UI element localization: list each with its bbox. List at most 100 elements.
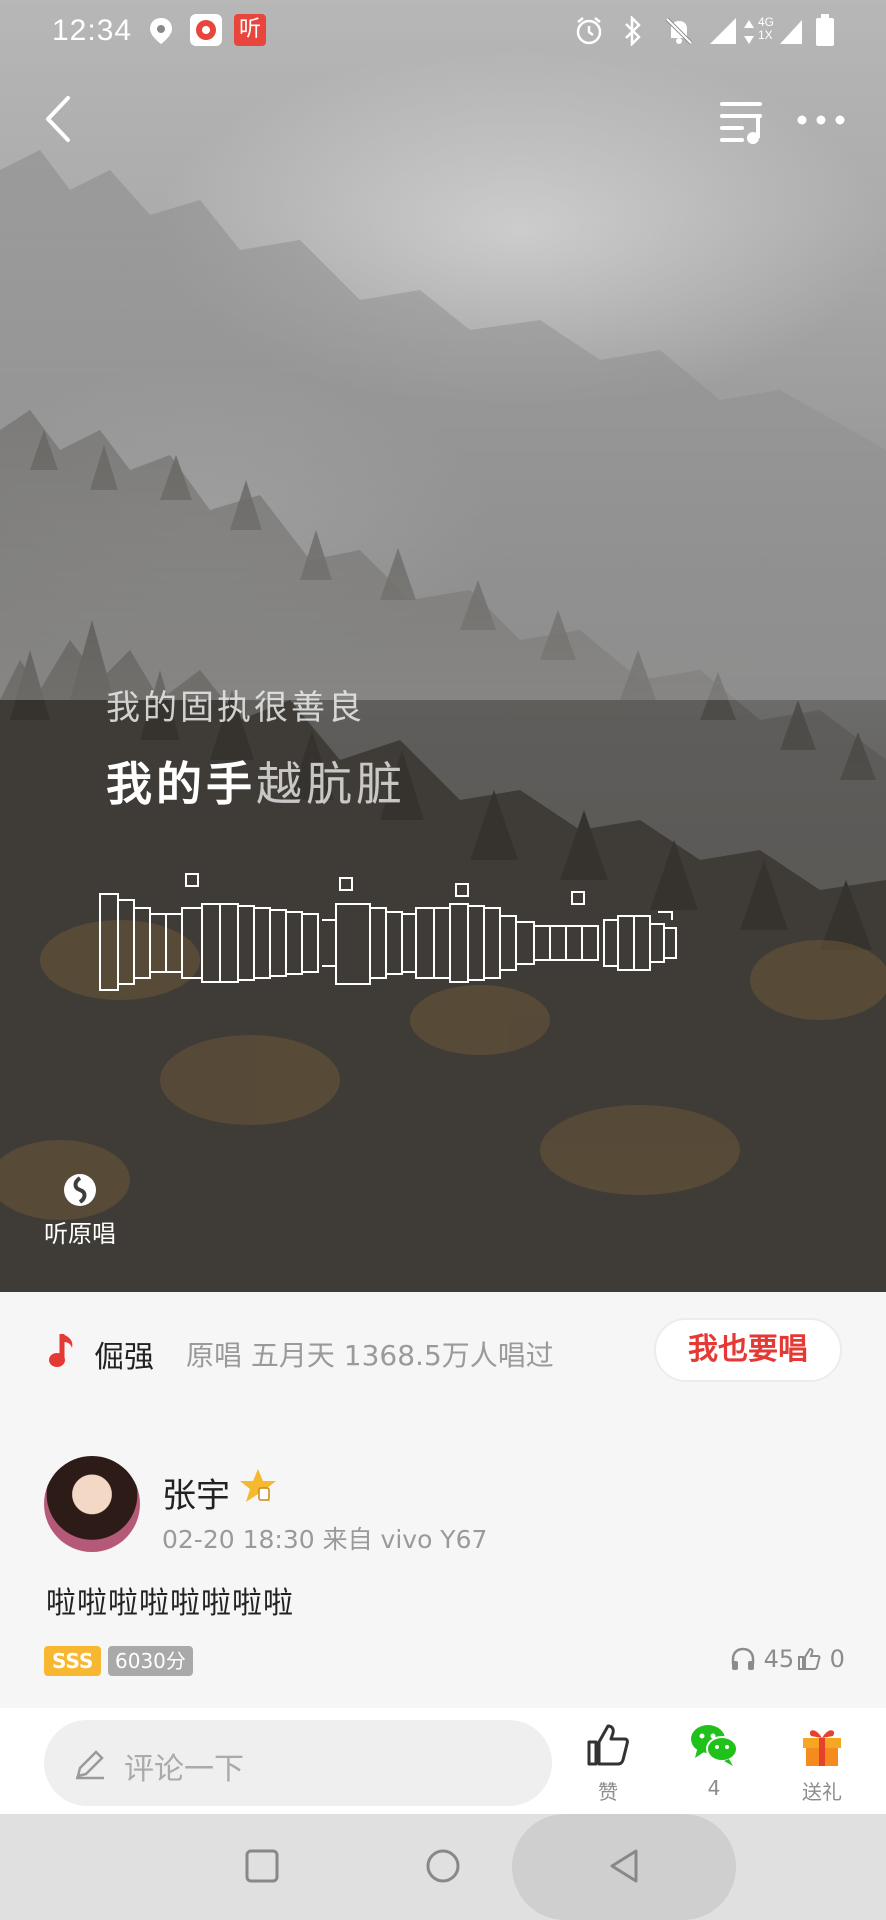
comment-placeholder: 评论一下 xyxy=(124,1752,244,1787)
headphones-icon xyxy=(731,1647,755,1670)
pitch-bar xyxy=(219,903,239,983)
pitch-bar xyxy=(483,907,501,979)
lyric-line-previous: 我的固执很善良 xyxy=(106,688,365,728)
home-icon[interactable] xyxy=(424,1846,462,1886)
battery-icon xyxy=(816,14,834,46)
pitch-bar xyxy=(201,903,221,983)
pencil-icon xyxy=(76,1750,104,1780)
gift-icon xyxy=(803,1730,841,1766)
music-note-icon xyxy=(49,1334,73,1367)
location-icon xyxy=(150,18,172,44)
data-arrows-icon xyxy=(744,20,754,44)
pitch-bar xyxy=(467,905,485,981)
pitch-bar xyxy=(549,925,567,961)
like-label: 赞 xyxy=(598,1780,618,1804)
pitch-bar xyxy=(133,907,151,979)
pitch-bar xyxy=(565,925,583,961)
back-chevron-icon[interactable] xyxy=(38,92,82,146)
more-dots-icon[interactable] xyxy=(794,100,848,140)
grade-badge: SSS xyxy=(44,1646,102,1676)
user-post: 张宇 02-20 18:30 来自 vivo Y67 啦啦啦啦啦啦啦啦 SSS … xyxy=(0,1412,886,1708)
sing-too-button[interactable]: 我也要唱 xyxy=(654,1318,842,1382)
pitch-bar xyxy=(335,903,371,985)
system-nav-bar xyxy=(0,1814,886,1920)
pitch-bar xyxy=(99,893,119,991)
avatar[interactable] xyxy=(44,1456,140,1552)
pitch-bar xyxy=(401,913,417,973)
pitch-bar xyxy=(581,925,599,961)
pitch-bar xyxy=(649,923,665,963)
pitch-bar xyxy=(117,899,135,985)
back-triangle-icon[interactable] xyxy=(606,1846,642,1886)
misty-forest-image xyxy=(0,0,886,1292)
share-count: 4 xyxy=(707,1776,721,1800)
pitch-visualizer xyxy=(99,873,677,991)
thumbs-up-icon xyxy=(587,1724,629,1766)
gift-label: 送礼 xyxy=(802,1780,842,1804)
pitch-bar xyxy=(253,907,271,979)
song-cover-hero: 12:34 听 4G 1X 我的固执很善良 我的手越肮脏 听原唱 xyxy=(0,0,886,1292)
pitch-bar xyxy=(415,907,435,979)
lyric-line-current: 我的手越肮脏 xyxy=(106,748,406,814)
pitch-connector xyxy=(322,911,673,967)
wechat-icon xyxy=(691,1725,738,1766)
listen-count: 45 xyxy=(730,1644,794,1673)
pitch-bar xyxy=(285,911,303,975)
pitch-bar xyxy=(237,905,255,981)
alarm-icon xyxy=(576,17,602,45)
user-name[interactable]: 张宇 xyxy=(162,1468,230,1517)
pitch-bar xyxy=(663,927,677,959)
app-music-icon xyxy=(190,14,222,46)
listen-original-button[interactable]: 听原唱 xyxy=(40,1172,120,1249)
song-meta: 原唱 五月天 1368.5万人唱过 xyxy=(186,1339,554,1372)
app-listen-icon: 听 xyxy=(234,14,266,46)
post-text: 啦啦啦啦啦啦啦啦 xyxy=(46,1586,294,1621)
pitch-bar xyxy=(633,915,651,971)
bottom-action-bar: 评论一下 赞 4 送礼 xyxy=(0,1708,886,1814)
pitch-bar xyxy=(385,911,403,975)
song-info-row: 倔强 原唱 五月天 1368.5万人唱过 我也要唱 xyxy=(0,1292,886,1412)
status-bar: 12:34 听 4G 1X xyxy=(0,0,886,64)
pitch-bar xyxy=(499,915,517,971)
send-gift-button[interactable]: 送礼 xyxy=(782,1722,862,1805)
thumbs-up-icon xyxy=(798,1647,821,1670)
app-root: 12:34 听 4G 1X 我的固执很善良 我的手越肮脏 听原唱 倔强 原唱 五… xyxy=(0,0,886,1920)
pitch-bar xyxy=(149,913,167,973)
bluetooth-icon xyxy=(625,16,641,46)
lyric-sung-part: 我的手 xyxy=(106,757,256,811)
pitch-marker xyxy=(339,877,353,891)
pitch-bar xyxy=(617,915,635,971)
pitch-bar xyxy=(181,907,203,979)
pitch-bar xyxy=(515,921,535,965)
listen-count-value: 45 xyxy=(763,1645,795,1673)
wechat-share-button[interactable]: 4 xyxy=(674,1722,754,1800)
pitch-bar xyxy=(433,907,451,979)
signal-icon xyxy=(710,18,736,44)
signal-secondary-icon xyxy=(780,20,802,44)
like-count-value: 0 xyxy=(829,1645,845,1673)
pitch-bar xyxy=(603,919,619,967)
lyric-unsung-part: 越肮脏 xyxy=(256,757,406,811)
post-timestamp: 02-20 18:30 来自 vivo Y67 xyxy=(162,1525,488,1554)
recent-apps-icon[interactable] xyxy=(244,1846,280,1886)
pitch-bar xyxy=(533,925,551,961)
mute-bell-icon xyxy=(665,17,693,45)
pitch-marker xyxy=(455,883,469,897)
disc-icon xyxy=(64,1174,96,1206)
network-type: 4G 1X xyxy=(758,15,775,42)
score-badge: 6030分 xyxy=(108,1646,193,1676)
status-time: 12:34 xyxy=(52,14,133,47)
pitch-bar xyxy=(269,909,287,977)
playlist-music-icon[interactable] xyxy=(720,98,770,144)
comment-input[interactable]: 评论一下 xyxy=(44,1720,552,1806)
like-button[interactable]: 赞 xyxy=(568,1722,648,1805)
pitch-bar xyxy=(301,913,319,973)
like-count[interactable]: 0 xyxy=(796,1644,845,1673)
pitch-bar xyxy=(369,907,387,979)
pitch-marker xyxy=(571,891,585,905)
pitch-marker xyxy=(185,873,199,887)
song-title[interactable]: 倔强 xyxy=(94,1332,154,1376)
pitch-bar xyxy=(165,913,183,973)
vip-star-icon[interactable] xyxy=(238,1466,278,1506)
listen-original-label: 听原唱 xyxy=(44,1220,116,1248)
